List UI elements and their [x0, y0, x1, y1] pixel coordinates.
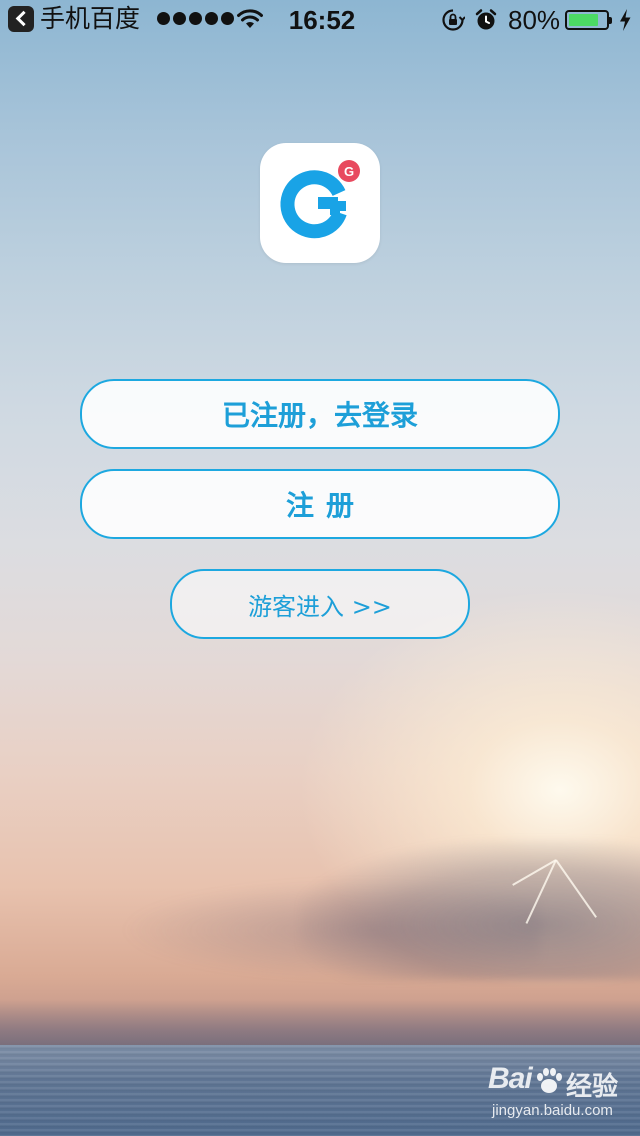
status-bar: 手机百度 16:52 80%: [0, 0, 640, 40]
paw-icon: [537, 1068, 562, 1093]
rotation-lock-icon: [442, 9, 465, 31]
guest-entry-button[interactable]: 游客进入 >>: [170, 569, 470, 639]
login-button-label: 已注册，去登录: [221, 399, 418, 432]
guest-entry-label: 游客进入 >>: [248, 592, 392, 621]
background-mountains: [0, 1000, 640, 1050]
watermark-brand: Bai: [488, 1062, 533, 1095]
register-button[interactable]: 注册: [80, 469, 560, 539]
battery-icon: [565, 10, 612, 30]
battery-level: [569, 14, 598, 26]
app-logo: G: [260, 143, 380, 263]
g-logo-icon: G: [280, 160, 360, 239]
back-to-app-button[interactable]: 手机百度: [8, 6, 140, 32]
battery-percent: 80%: [508, 5, 561, 35]
register-button-label: 注册: [285, 489, 366, 522]
back-app-label: 手机百度: [40, 5, 141, 33]
chevron-left-icon: [8, 6, 34, 32]
watermark-product: 经验: [566, 1071, 619, 1101]
signal-strength-icon: [157, 12, 234, 25]
app-screen: 手机百度 16:52 80% G 已注册，去登录 注册 游客进入 >> Bai …: [0, 0, 640, 1136]
wifi-icon: [237, 9, 263, 28]
status-time: 16:52: [288, 5, 356, 35]
login-button[interactable]: 已注册，去登录: [80, 379, 560, 449]
watermark-url: jingyan.baidu.com: [492, 1102, 613, 1119]
svg-text:G: G: [344, 164, 354, 179]
alarm-icon: [475, 9, 497, 30]
bolt-icon: [620, 9, 631, 31]
baidu-jingyan-watermark: Bai 经验 jingyan.baidu.com: [488, 1062, 638, 1132]
